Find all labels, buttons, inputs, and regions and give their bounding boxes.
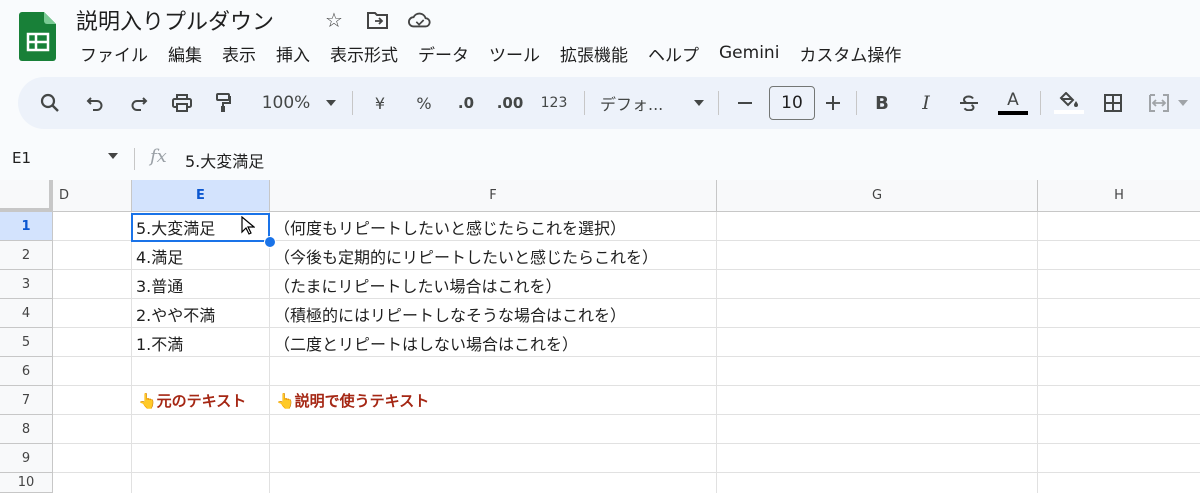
menu-file[interactable]: ファイル — [70, 41, 158, 66]
formula-input[interactable]: 5.大変満足 — [185, 148, 264, 172]
spreadsheet-grid[interactable]: D E F G H 1 2 3 4 5 6 7 8 9 10 5.大変満足 4.… — [0, 180, 1200, 493]
menu-bar: ファイル 編集 表示 挿入 表示形式 データ ツール 拡張機能 ヘルプ Gemi… — [70, 40, 911, 66]
toolbar-divider — [584, 91, 585, 115]
cell-f2[interactable]: （今後も定期的にリピートしたいと感じたらこれを） — [270, 241, 658, 270]
gridline — [716, 212, 717, 493]
borders-icon[interactable] — [1100, 77, 1126, 129]
text-color-icon[interactable]: A — [996, 77, 1030, 129]
gridline — [53, 356, 1200, 357]
menu-insert[interactable]: 挿入 — [266, 41, 320, 66]
cell-f1[interactable]: （何度もリピートしたいと感じたらこれを選択） — [270, 212, 626, 241]
cell-e4[interactable]: 2.やや不満 — [132, 299, 215, 328]
percent-format-button[interactable]: % — [412, 77, 436, 129]
column-header-d[interactable]: D — [53, 180, 132, 212]
font-dropdown-icon[interactable] — [692, 77, 706, 129]
zoom-dropdown-icon[interactable] — [324, 77, 338, 129]
decimal-increase-button[interactable]: .00 — [492, 77, 528, 129]
fill-color-icon[interactable] — [1052, 77, 1086, 129]
decimal-decrease-button[interactable]: .0 — [450, 77, 482, 129]
menu-custom-actions[interactable]: カスタム操作 — [789, 41, 911, 66]
row-header-4[interactable]: 4 — [0, 299, 53, 328]
mouse-cursor-icon — [241, 215, 256, 240]
move-folder-icon[interactable] — [366, 8, 390, 32]
menu-help[interactable]: ヘルプ — [638, 41, 709, 66]
plus-icon[interactable] — [822, 77, 844, 129]
fx-icon: fx — [150, 146, 167, 167]
row-header-1[interactable]: 1 — [0, 212, 53, 241]
text-color-label: A — [1007, 90, 1019, 110]
menu-view[interactable]: 表示 — [212, 41, 266, 66]
menu-tools[interactable]: ツール — [479, 41, 550, 66]
font-family-select[interactable]: デフォ... — [600, 77, 680, 129]
gridline — [1037, 212, 1038, 493]
decimal-increase-label: .00 — [496, 94, 524, 112]
column-header-g[interactable]: G — [717, 180, 1038, 212]
star-icon[interactable]: ☆ — [322, 8, 346, 32]
search-icon[interactable] — [36, 77, 64, 129]
column-header-f[interactable]: F — [270, 180, 717, 212]
print-icon[interactable] — [168, 77, 196, 129]
row-header-10[interactable]: 10 — [0, 473, 53, 493]
cell-f4[interactable]: （積極的にはリピートしなそうな場合はこれを） — [270, 299, 626, 328]
minus-icon[interactable] — [734, 77, 756, 129]
document-title[interactable]: 説明入りプルダウン — [76, 4, 274, 36]
cell-f5[interactable]: （二度とリピートはしない場合はこれを） — [270, 328, 578, 357]
row-header-5[interactable]: 5 — [0, 328, 53, 357]
row-header-7[interactable]: 7 — [0, 386, 53, 415]
italic-button[interactable]: I — [914, 77, 938, 129]
cell-f7-note[interactable]: 👆説明で使うテキスト — [272, 386, 429, 415]
formula-divider — [134, 148, 135, 170]
cell-e3[interactable]: 3.普通 — [132, 270, 183, 299]
number-format-button[interactable]: 123 — [538, 77, 570, 129]
decimal-decrease-label: .0 — [457, 94, 475, 112]
row-header-2[interactable]: 2 — [0, 241, 53, 270]
row-header-6[interactable]: 6 — [0, 357, 53, 386]
toolbar-divider — [856, 91, 857, 115]
menu-data[interactable]: データ — [408, 41, 479, 66]
menu-gemini[interactable]: Gemini — [709, 43, 789, 63]
fill-color-swatch — [1054, 110, 1084, 114]
sheets-logo[interactable] — [18, 10, 58, 62]
cell-e2[interactable]: 4.満足 — [132, 241, 183, 270]
formula-bar: E1 fx 5.大変満足 — [0, 140, 1200, 178]
paint-format-icon[interactable] — [210, 77, 236, 129]
row-header-8[interactable]: 8 — [0, 415, 53, 444]
gridline — [53, 443, 1200, 444]
column-header-h[interactable]: H — [1038, 180, 1200, 212]
bold-button[interactable]: B — [870, 77, 894, 129]
gridline — [53, 298, 1200, 299]
cell-e5[interactable]: 1.不満 — [132, 328, 183, 357]
merge-dropdown-icon[interactable] — [1176, 77, 1190, 129]
gridline — [53, 472, 1200, 473]
font-size-input[interactable]: 10 — [769, 86, 815, 120]
zoom-value[interactable]: 100% — [256, 77, 316, 129]
column-header-e[interactable]: E — [132, 180, 270, 212]
currency-format-button[interactable]: ¥ — [368, 77, 392, 129]
merge-cells-icon[interactable] — [1146, 77, 1172, 129]
gridline — [53, 327, 1200, 328]
toolbar-divider — [718, 91, 719, 115]
row-header-3[interactable]: 3 — [0, 270, 53, 299]
toolbar-divider — [352, 91, 353, 115]
cloud-saved-icon[interactable] — [408, 8, 432, 32]
redo-icon[interactable] — [126, 77, 152, 129]
text-color-swatch — [998, 111, 1028, 115]
menu-extensions[interactable]: 拡張機能 — [550, 41, 638, 66]
name-box[interactable]: E1 — [12, 149, 31, 167]
toolbar: 100% ¥ % .0 .00 123 デフォ... 10 B I A — [18, 77, 1200, 129]
cell-f3[interactable]: （たまにリピートしたい場合はこれを） — [270, 270, 562, 299]
undo-icon[interactable] — [82, 77, 108, 129]
menu-format[interactable]: 表示形式 — [320, 41, 408, 66]
menu-edit[interactable]: 編集 — [158, 41, 212, 66]
select-all-corner[interactable] — [0, 180, 53, 212]
toolbar-divider — [1040, 91, 1041, 115]
row-header-9[interactable]: 9 — [0, 444, 53, 473]
name-box-dropdown-icon[interactable] — [108, 153, 118, 159]
strikethrough-icon[interactable] — [956, 77, 982, 129]
fill-handle[interactable] — [264, 236, 276, 248]
cell-e7-note[interactable]: 👆元のテキスト — [134, 386, 246, 415]
